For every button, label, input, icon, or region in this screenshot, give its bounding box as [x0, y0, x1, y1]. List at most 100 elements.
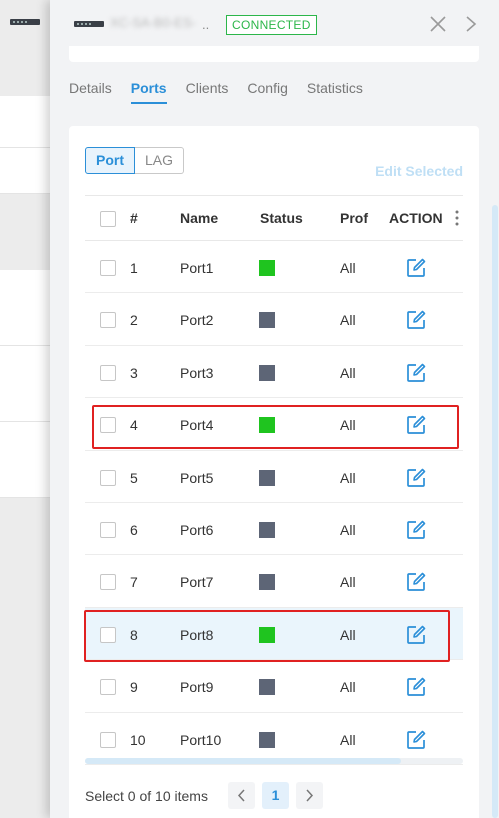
- port-profile: All: [340, 574, 356, 591]
- row-checkbox[interactable]: [100, 312, 116, 329]
- chevron-right-icon: [306, 789, 314, 802]
- edit-selected-button[interactable]: Edit Selected: [375, 163, 463, 179]
- ports-table: # Name Status Prof ACTION 1 Port1 All 2 Port…: [85, 195, 463, 765]
- port-status-indicator: [259, 364, 275, 381]
- port-name: Port4: [180, 417, 214, 434]
- column-settings-icon[interactable]: [455, 209, 459, 227]
- port-name: Port10: [180, 731, 222, 748]
- port-number: 1: [130, 260, 138, 276]
- port-number: 4: [130, 417, 138, 434]
- port-profile: All: [340, 312, 356, 329]
- tab-ports[interactable]: Ports: [130, 80, 167, 104]
- port-profile: All: [340, 626, 356, 643]
- port-name: Port8: [180, 626, 214, 643]
- port-number: 5: [130, 469, 138, 486]
- port-number: 2: [130, 312, 138, 329]
- row-checkbox[interactable]: [100, 364, 116, 381]
- summary-card: [69, 46, 479, 62]
- selection-count: Select 0 of 10 items: [85, 788, 208, 804]
- edit-icon[interactable]: [405, 624, 427, 646]
- close-icon[interactable]: [428, 14, 448, 34]
- column-header-status[interactable]: Status: [260, 210, 303, 226]
- port-name: Port6: [180, 521, 214, 538]
- port-status-indicator: [259, 574, 275, 591]
- detail-tabs: Details Ports Clients Config Statistics: [69, 80, 382, 104]
- port-number: 10: [130, 731, 146, 748]
- tab-clients[interactable]: Clients: [186, 80, 229, 104]
- port-status-indicator: [259, 417, 275, 434]
- edit-icon[interactable]: [405, 467, 427, 489]
- port-number: 8: [130, 626, 138, 643]
- device-detail-drawer: XC-SA-B0-ES- .. CONNECTED Details Ports …: [50, 0, 499, 818]
- edit-icon[interactable]: [405, 571, 427, 593]
- tab-config[interactable]: Config: [247, 80, 287, 104]
- edit-icon[interactable]: [405, 309, 427, 331]
- port-status-indicator: [259, 679, 275, 696]
- row-checkbox[interactable]: [100, 626, 116, 643]
- horizontal-scroll-thumb[interactable]: [85, 758, 401, 764]
- column-header-action: ACTION: [389, 210, 443, 226]
- edit-icon[interactable]: [405, 729, 427, 751]
- row-checkbox[interactable]: [100, 521, 116, 538]
- port-name: Port7: [180, 574, 214, 591]
- status-badge: CONNECTED: [226, 15, 317, 35]
- edit-icon[interactable]: [405, 362, 427, 384]
- port-name: Port3: [180, 364, 214, 381]
- port-status-indicator: [259, 469, 275, 486]
- table-header: # Name Status Prof ACTION: [85, 195, 463, 241]
- port-number: 7: [130, 574, 138, 591]
- page-number-button[interactable]: 1: [262, 782, 289, 809]
- port-name: Port9: [180, 679, 214, 696]
- select-all-checkbox[interactable]: [100, 211, 116, 227]
- table-row[interactable]: 1 Port1 All: [85, 241, 463, 294]
- edit-icon[interactable]: [405, 519, 427, 541]
- port-status-indicator: [259, 312, 275, 329]
- port-profile: All: [340, 679, 356, 696]
- row-checkbox[interactable]: [100, 574, 116, 591]
- table-row[interactable]: 9 Port9 All: [85, 660, 463, 713]
- switch-device-icon: [74, 21, 104, 27]
- tab-statistics[interactable]: Statistics: [307, 80, 363, 104]
- port-number: 9: [130, 679, 138, 696]
- port-number: 3: [130, 364, 138, 381]
- row-checkbox[interactable]: [100, 731, 116, 748]
- horizontal-scrollbar[interactable]: [85, 758, 463, 764]
- port-lag-toggle: Port LAG: [85, 147, 185, 174]
- edit-icon[interactable]: [405, 257, 427, 279]
- table-row[interactable]: 8 Port8 All: [85, 607, 463, 661]
- column-header-name[interactable]: Name: [180, 210, 218, 226]
- toggle-port-button[interactable]: Port: [85, 147, 135, 174]
- edit-icon[interactable]: [405, 414, 427, 436]
- prev-page-button[interactable]: [228, 782, 255, 809]
- table-body: 1 Port1 All 2 Port2 All 3 Port3 All 4 Port4 All 5 Por…: [85, 241, 463, 765]
- ports-card: Port LAG Edit Selected # Name Status Pro…: [69, 126, 479, 818]
- tab-details[interactable]: Details: [69, 80, 112, 104]
- row-checkbox[interactable]: [100, 679, 116, 696]
- toggle-lag-button[interactable]: LAG: [135, 147, 185, 174]
- row-checkbox[interactable]: [100, 417, 116, 434]
- port-number: 6: [130, 521, 138, 538]
- drawer-header: XC-SA-B0-ES- .. CONNECTED: [50, 0, 499, 50]
- column-header-profile[interactable]: Prof: [340, 210, 368, 226]
- table-row[interactable]: 2 Port2 All: [85, 293, 463, 346]
- table-row[interactable]: 3 Port3 All: [85, 345, 463, 399]
- chevron-right-icon[interactable]: [464, 14, 478, 34]
- next-page-button[interactable]: [296, 782, 323, 809]
- port-status-indicator: [259, 521, 275, 538]
- row-checkbox[interactable]: [100, 260, 116, 276]
- row-checkbox[interactable]: [100, 469, 116, 486]
- table-row[interactable]: 4 Port4 All: [85, 398, 463, 451]
- port-name: Port5: [180, 469, 214, 486]
- device-name-ellipsis: ..: [202, 17, 210, 32]
- port-profile: All: [340, 521, 356, 538]
- vertical-scrollbar[interactable]: [492, 205, 498, 818]
- port-name: Port1: [180, 260, 214, 276]
- chevron-left-icon: [237, 789, 245, 802]
- table-row[interactable]: 6 Port6 All: [85, 502, 463, 556]
- switch-device-icon: [10, 19, 40, 25]
- table-row[interactable]: 5 Port5 All: [85, 450, 463, 503]
- port-profile: All: [340, 417, 356, 434]
- column-header-number: #: [130, 210, 138, 226]
- edit-icon[interactable]: [405, 676, 427, 698]
- table-row[interactable]: 7 Port7 All: [85, 555, 463, 608]
